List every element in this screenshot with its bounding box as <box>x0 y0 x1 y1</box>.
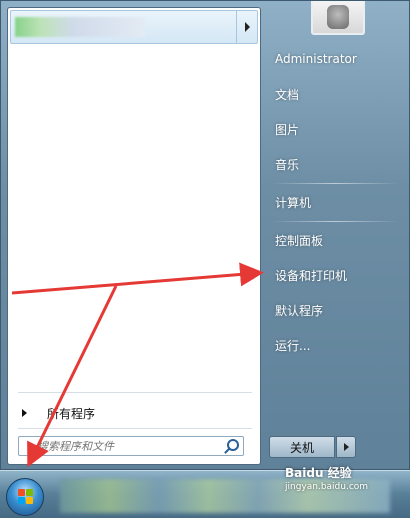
annotation-arrow-to-start <box>27 285 118 468</box>
annotation-arrows <box>11 262 264 468</box>
annotation-arrow-to-devices <box>11 262 264 295</box>
